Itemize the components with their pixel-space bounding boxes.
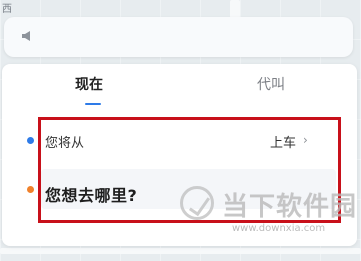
active-tab-indicator	[85, 103, 101, 105]
watermark-url: www.downxia.com	[232, 223, 326, 234]
tab-call-for-others[interactable]: 代叫	[257, 76, 285, 94]
watermark: 当下软件园 www.downxia.com	[180, 186, 360, 246]
origin-dot	[27, 137, 34, 144]
map-road	[230, 0, 240, 18]
watermark-title: 当下软件园	[222, 192, 358, 222]
notice-bar[interactable]	[4, 17, 353, 57]
speaker-icon	[22, 31, 30, 41]
destination-dot	[27, 186, 34, 193]
map-road	[0, 248, 361, 254]
watermark-logo-icon	[180, 186, 214, 220]
map-place-label: 西	[2, 4, 12, 15]
tab-now[interactable]: 现在	[75, 76, 103, 94]
